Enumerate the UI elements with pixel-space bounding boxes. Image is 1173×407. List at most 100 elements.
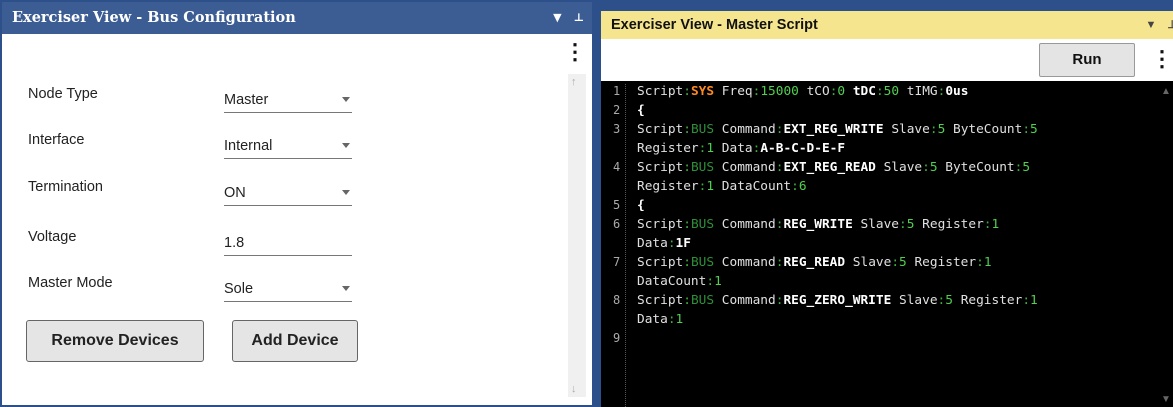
code-token: Command bbox=[714, 255, 776, 270]
code-line: Script:BUS Command:EXT_REG_WRITE Slave:5… bbox=[637, 122, 1038, 137]
code-token: : bbox=[683, 122, 691, 137]
script-toolbar: Run ⋮ bbox=[601, 39, 1173, 81]
code-token: 1F bbox=[675, 236, 691, 251]
code-token: : bbox=[976, 255, 984, 270]
code-token: 1 bbox=[714, 274, 722, 289]
code-token: Command bbox=[714, 293, 776, 308]
line-number: 8 bbox=[613, 293, 621, 307]
code-token: DataCount bbox=[714, 179, 792, 194]
node-type-value: Master bbox=[224, 92, 269, 108]
code-line: { bbox=[637, 198, 645, 213]
code-token: : bbox=[899, 217, 907, 232]
code-token: BUS bbox=[690, 217, 715, 232]
code-token: Slave bbox=[875, 160, 923, 175]
remove-devices-button[interactable]: Remove Devices bbox=[26, 320, 204, 362]
code-token: 0us bbox=[945, 84, 969, 99]
code-token: BUS bbox=[690, 293, 715, 308]
scroll-up-icon[interactable]: ↑ bbox=[571, 76, 577, 88]
code-token: : bbox=[683, 160, 691, 175]
node-type-select[interactable]: Master bbox=[224, 88, 352, 113]
run-button[interactable]: Run bbox=[1039, 43, 1135, 77]
code-line: Data:1F bbox=[637, 236, 691, 251]
master-mode-select[interactable]: Sole bbox=[224, 277, 352, 302]
chevron-down-icon bbox=[342, 97, 350, 102]
code-token: DataCount bbox=[637, 274, 707, 289]
code-token: : bbox=[667, 312, 676, 327]
code-token: Register bbox=[914, 217, 984, 232]
code-token: tIMG bbox=[899, 84, 938, 99]
code-line: Script:BUS Command:EXT_REG_READ Slave:5 … bbox=[637, 160, 1030, 175]
line-number: 5 bbox=[613, 198, 621, 212]
scroll-down-icon[interactable]: ↓ bbox=[571, 383, 577, 395]
chevron-down-icon bbox=[342, 190, 350, 195]
bus-configuration-panel: Exerciser View - Bus Configuration ▼ ⊥ ⋮… bbox=[0, 0, 594, 407]
code-token: 1 bbox=[1030, 293, 1038, 308]
code-token: : bbox=[667, 236, 676, 251]
code-token: Script bbox=[637, 217, 684, 232]
code-line: { bbox=[637, 103, 645, 118]
scroll-down-icon[interactable]: ▼ bbox=[1161, 394, 1171, 405]
code-token: BUS bbox=[690, 122, 715, 137]
code-token: : bbox=[683, 293, 691, 308]
termination-select[interactable]: ON bbox=[224, 181, 352, 206]
code-token: Data bbox=[637, 236, 668, 251]
code-token: BUS bbox=[690, 255, 715, 270]
code-token: 15000 bbox=[760, 84, 799, 99]
code-line: Register:1 DataCount:6 bbox=[637, 179, 807, 194]
pin-icon[interactable]: ⊥ bbox=[1167, 11, 1173, 39]
code-token: 50 bbox=[883, 84, 900, 99]
code-token: Register bbox=[952, 293, 1023, 308]
code-token: 1 bbox=[991, 217, 1000, 232]
script-panel-titlebar: Exerciser View - Master Script ▼ ⊥ bbox=[601, 11, 1173, 39]
line-number: 1 bbox=[613, 84, 621, 98]
code-token: EXT_REG_READ bbox=[783, 160, 876, 175]
code-token: Command bbox=[714, 160, 776, 175]
code-token: SYS bbox=[690, 84, 715, 99]
code-token: 5 bbox=[1022, 160, 1031, 175]
voltage-input[interactable]: 1.8 bbox=[224, 231, 352, 256]
code-token: { bbox=[637, 198, 645, 213]
code-token: Command bbox=[714, 122, 776, 137]
code-token: Script bbox=[637, 84, 684, 99]
line-number: 7 bbox=[613, 255, 621, 269]
editor-scrollbar[interactable]: ▲ ▼ bbox=[1159, 84, 1173, 407]
code-token: Script bbox=[637, 293, 684, 308]
interface-value: Internal bbox=[224, 138, 273, 154]
code-token: Command bbox=[714, 217, 776, 232]
script-editor[interactable]: 1 2 3 4 5 6 7 8 9 Script:SYS Freq:15000 tCO:0 tDC… bbox=[601, 84, 1157, 407]
bus-panel-titlebar: Exerciser View - Bus Configuration ▼ ⊥ bbox=[2, 2, 592, 34]
interface-select[interactable]: Internal bbox=[224, 134, 352, 159]
dropdown-caret-icon[interactable]: ▼ bbox=[1145, 11, 1156, 39]
dropdown-caret-icon[interactable]: ▼ bbox=[553, 2, 561, 34]
termination-value: ON bbox=[224, 185, 246, 201]
code-token: 5 bbox=[1030, 122, 1038, 137]
code-token: : bbox=[875, 84, 884, 99]
code-line: Register:1 Data:A-B-C-D-E-F bbox=[637, 141, 845, 156]
code-token: : bbox=[791, 179, 799, 194]
pin-icon[interactable]: ⊥ bbox=[573, 2, 584, 34]
code-token: 5 bbox=[899, 255, 907, 270]
code-token: Freq bbox=[714, 84, 753, 99]
code-token: : bbox=[706, 274, 715, 289]
code-token: : bbox=[983, 217, 992, 232]
add-device-button[interactable]: Add Device bbox=[232, 320, 358, 362]
line-number: 9 bbox=[613, 331, 621, 345]
code-token: 6 bbox=[798, 179, 807, 194]
code-token: REG_ZERO_WRITE bbox=[783, 293, 892, 308]
line-number: 4 bbox=[613, 160, 621, 174]
scroll-up-icon[interactable]: ▲ bbox=[1161, 86, 1171, 97]
code-token: Script bbox=[637, 255, 684, 270]
code-line: Script:SYS Freq:15000 tCO:0 tDC:50 tIMG:… bbox=[637, 84, 968, 99]
chevron-down-icon bbox=[342, 143, 350, 148]
more-options-icon[interactable]: ⋮ bbox=[1151, 48, 1173, 70]
code-token: 5 bbox=[929, 160, 938, 175]
vertical-scrollbar[interactable]: ↑ ↓ bbox=[568, 74, 586, 397]
bus-panel-title: Exerciser View - Bus Configuration bbox=[12, 9, 296, 26]
voltage-value: 1.8 bbox=[224, 235, 245, 251]
code-token: tDC bbox=[845, 84, 876, 99]
code-token: : bbox=[929, 122, 938, 137]
interface-label: Interface bbox=[28, 132, 85, 148]
more-options-icon[interactable]: ⋮ bbox=[564, 41, 586, 63]
code-token: Data bbox=[637, 312, 668, 327]
node-type-label: Node Type bbox=[28, 86, 98, 102]
